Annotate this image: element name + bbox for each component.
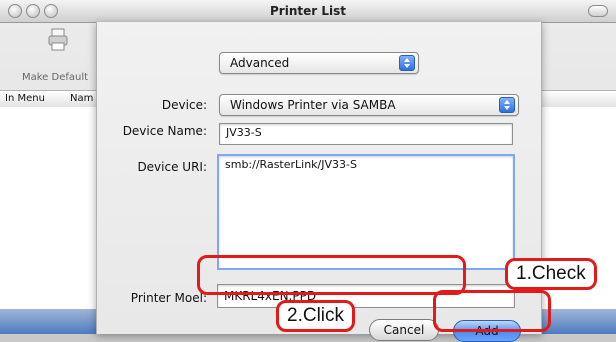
device-uri-value: smb://RasterLink/JV33-S <box>225 158 357 171</box>
check-highlight-box <box>197 255 466 295</box>
printer-list-window: Printer List Make Default In Menu Nam Ad… <box>0 0 616 342</box>
device-popup[interactable]: Windows Printer via SAMBA <box>219 94 519 116</box>
device-uri-label: Device URI: <box>137 160 207 174</box>
column-in-menu[interactable]: In Menu <box>5 91 45 107</box>
device-name-field[interactable]: JV33-S <box>219 123 513 145</box>
make-default-button-label[interactable]: Make Default <box>0 72 110 83</box>
mode-popup[interactable]: Advanced <box>219 52 419 74</box>
device-popup-value: Windows Printer via SAMBA <box>230 98 396 112</box>
window-titlebar: Printer List <box>0 0 616 23</box>
mode-popup-value: Advanced <box>230 56 290 70</box>
popup-arrows-icon <box>399 55 415 71</box>
check-callout: 1.Check <box>505 258 597 290</box>
column-name[interactable]: Nam <box>70 91 93 107</box>
window-title: Printer List <box>270 4 346 18</box>
cancel-button[interactable]: Cancel <box>369 319 439 341</box>
printer-model-label: Printer Mo​el: <box>130 291 207 305</box>
toolbar: Make Default <box>0 22 96 90</box>
click-callout: 2.Click <box>276 300 356 332</box>
toolbar-toggle-icon[interactable] <box>588 5 608 17</box>
add-highlight-box <box>433 290 551 332</box>
device-name-label: Device Name: <box>122 124 207 138</box>
device-name-value: JV33-S <box>226 126 262 139</box>
popup-arrows-icon <box>499 97 515 113</box>
device-label: Device: <box>161 98 207 112</box>
printer-icon[interactable] <box>48 28 68 52</box>
device-uri-textarea[interactable]: smb://RasterLink/JV33-S <box>217 154 515 270</box>
